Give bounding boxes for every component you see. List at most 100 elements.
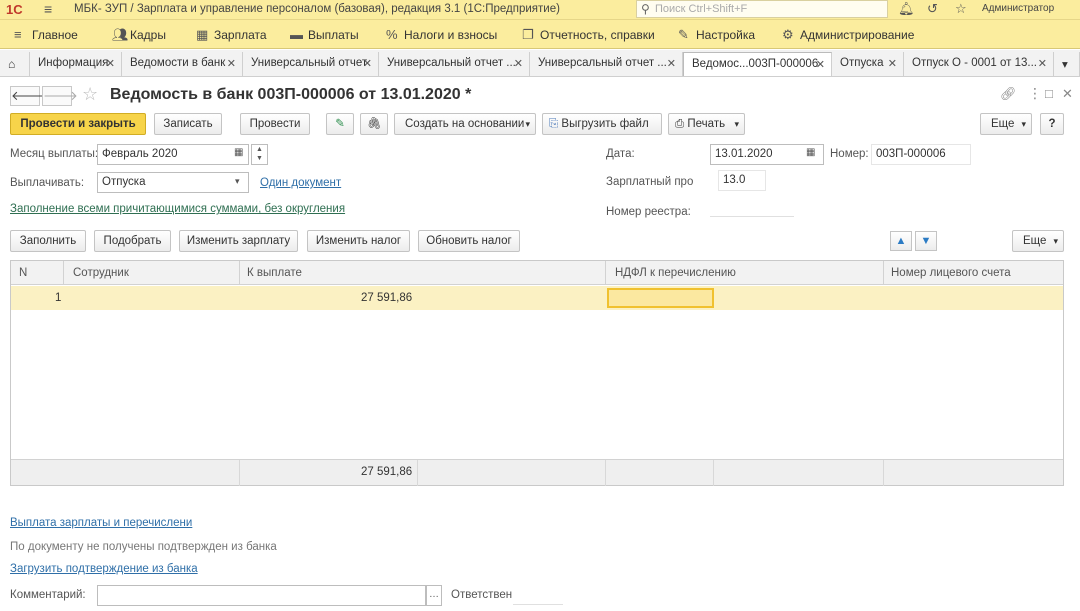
close-icon[interactable]: ✕ (816, 58, 825, 71)
table-row[interactable]: 1 27 591,86 (11, 286, 1063, 310)
favorite-star-icon[interactable]: ☆ (82, 84, 98, 105)
section-payments[interactable]: ▬ Выплаты (290, 27, 359, 42)
fill-button[interactable]: Заполнить (10, 230, 86, 252)
main-menu-icon[interactable]: ≡ (44, 1, 52, 17)
responsible-input[interactable] (513, 604, 563, 605)
change-salary-button[interactable]: Изменить зарплату (179, 230, 298, 252)
close-icon[interactable]: ✕ (667, 57, 676, 70)
report-icon: ❐ (522, 27, 534, 42)
title-bar: 1С ≡ МБК- ЗУП / Зарплата и управление пе… (0, 0, 1080, 20)
calendar-icon[interactable]: ▦ (234, 147, 243, 158)
registry-input[interactable] (710, 216, 794, 217)
close-icon[interactable]: ✕ (106, 57, 115, 70)
column-n[interactable]: N (19, 267, 27, 279)
month-stepper[interactable]: ▲ ▼ (251, 144, 268, 165)
tab-statement-active[interactable]: Ведомос...003П-000006 ✕ (683, 52, 832, 76)
tab-universal-report-1[interactable]: Универсальный отчет ✕ (243, 52, 379, 76)
section-reports[interactable]: ❐ Отчетность, справки (522, 27, 655, 43)
bell-icon[interactable]: 🔔︎ (898, 1, 915, 17)
post-button[interactable]: Провести (240, 113, 310, 135)
close-icon[interactable]: ✕ (363, 57, 372, 70)
salary-project-label: Зарплатный про (606, 176, 694, 188)
close-icon[interactable]: ✕ (888, 57, 897, 70)
number-input[interactable]: 003П-000006 (871, 144, 971, 165)
table-footer: 27 591,86 (11, 459, 1063, 486)
tab-info[interactable]: Информация ✕ (30, 52, 122, 76)
tab-universal-report-2[interactable]: Универсальный отчет ... ✕ (379, 52, 530, 76)
gear-icon: ⚙ (782, 27, 794, 42)
section-settings[interactable]: ✎ Настройка (678, 27, 755, 43)
section-admin[interactable]: ⚙ Администрирование (782, 27, 914, 43)
dropdown-arrow-icon: ▾ (1021, 119, 1026, 129)
create-based-on-button[interactable]: Создать на основании ▾ (394, 113, 536, 135)
move-down-button[interactable]: ▼ (915, 231, 937, 251)
more-button[interactable]: Еще ▾ (980, 113, 1032, 135)
employees-table[interactable]: N Сотрудник К выплате НДФЛ к перечислени… (10, 260, 1064, 486)
global-search[interactable]: ⚲ Поиск Ctrl+Shift+F (636, 0, 888, 18)
menu-icon: ≡ (14, 27, 22, 42)
salary-project-input[interactable]: 13.0 (718, 170, 766, 191)
attachment-icon[interactable]: 🖇︎ (360, 113, 388, 135)
tab-bank-statements[interactable]: Ведомости в банк ✕ (122, 52, 243, 76)
help-button[interactable]: ? (1040, 113, 1064, 135)
close-window-icon[interactable]: ✕ (1062, 86, 1073, 102)
tab-universal-report-3[interactable]: Универсальный отчет ... ✕ (530, 52, 683, 76)
tab-vacation-doc[interactable]: Отпуск О - 0001 от 13... ✕ (904, 52, 1054, 76)
calendar-icon[interactable]: ▦ (806, 147, 815, 158)
total-amount: 27 591,86 (361, 466, 413, 478)
update-tax-button[interactable]: Обновить налог (418, 230, 520, 252)
column-amount[interactable]: К выплате (247, 267, 302, 279)
section-salary[interactable]: ▦ Зарплата (196, 27, 267, 43)
link-icon[interactable]: 🔗︎ (1000, 86, 1017, 102)
comment-expand-button[interactable]: … (426, 585, 442, 606)
dropdown-arrow-icon: ▾ (734, 119, 739, 129)
move-up-button[interactable]: ▲ (890, 231, 912, 251)
back-button[interactable]: 🡐 (10, 86, 46, 106)
tabs-overflow[interactable]: ▾ (1054, 52, 1080, 76)
maximize-icon[interactable]: □ (1045, 86, 1053, 101)
comment-input[interactable] (97, 585, 426, 606)
select-button[interactable]: Подобрать (94, 230, 171, 252)
save-button[interactable]: Записать (154, 113, 222, 135)
payment-link[interactable]: Выплата зарплаты и перечислени (10, 517, 192, 529)
row-ndfl-selected-cell[interactable] (607, 288, 714, 308)
table-more-button[interactable]: Еще ▾ (1012, 230, 1064, 252)
date-label: Дата: (606, 148, 635, 160)
edit-icon[interactable]: ✎ (326, 113, 354, 135)
open-tabs: ⌂ Информация ✕ Ведомости в банк ✕ Универса… (0, 50, 1080, 77)
chevron-down-icon[interactable]: ▾ (235, 176, 240, 187)
row-number: 1 (55, 292, 62, 304)
pay-type-select[interactable]: Отпуска (97, 172, 249, 193)
tab-vacations[interactable]: Отпуска ✕ (832, 52, 904, 76)
section-taxes[interactable]: % Налоги и взносы (386, 27, 497, 42)
arrow-left-icon: 🡐 (11, 88, 46, 103)
section-main[interactable]: ≡ Главное (14, 27, 78, 42)
wallet-icon: ▬ (290, 27, 303, 42)
one-document-link[interactable]: Один документ (260, 177, 341, 189)
star-icon[interactable]: ☆ (955, 1, 967, 17)
row-amount[interactable]: 27 591,86 (361, 292, 412, 304)
history-icon[interactable]: ↺ (927, 1, 938, 17)
app-logo: 1С (6, 2, 23, 17)
close-icon[interactable]: ✕ (1038, 57, 1047, 70)
home-tab[interactable]: ⌂ (0, 52, 30, 76)
column-account[interactable]: Номер лицевого счета (891, 267, 1011, 279)
forward-button[interactable]: 🡒 (42, 86, 78, 106)
confirmation-status: По документу не получены подтвержден из … (10, 541, 277, 553)
change-tax-button[interactable]: Изменить налог (307, 230, 410, 252)
column-employee[interactable]: Сотрудник (73, 267, 129, 279)
arrow-up-icon: ▲ (895, 235, 907, 247)
export-file-button[interactable]: ⎘ Выгрузить файл (542, 113, 662, 135)
print-button[interactable]: ⎙ Печать ▾ (668, 113, 745, 135)
close-icon[interactable]: ✕ (227, 57, 236, 70)
more-vertical-icon[interactable]: ⋮ (1028, 85, 1042, 102)
post-and-close-button[interactable]: Провести и закрыть (10, 113, 146, 135)
current-user[interactable]: Администратор (982, 3, 1054, 14)
close-icon[interactable]: ✕ (514, 57, 523, 70)
fill-mode-link[interactable]: Заполнение всеми причитающимися суммами,… (10, 203, 345, 215)
load-confirmation-link[interactable]: Загрузить подтверждение из банка (10, 563, 198, 575)
month-input[interactable]: Февраль 2020 (97, 144, 249, 165)
dropdown-arrow-icon: ▾ (525, 119, 530, 129)
column-ndfl[interactable]: НДФЛ к перечислению (615, 267, 736, 279)
section-hr[interactable]: 👥︎Кадры (112, 27, 166, 43)
